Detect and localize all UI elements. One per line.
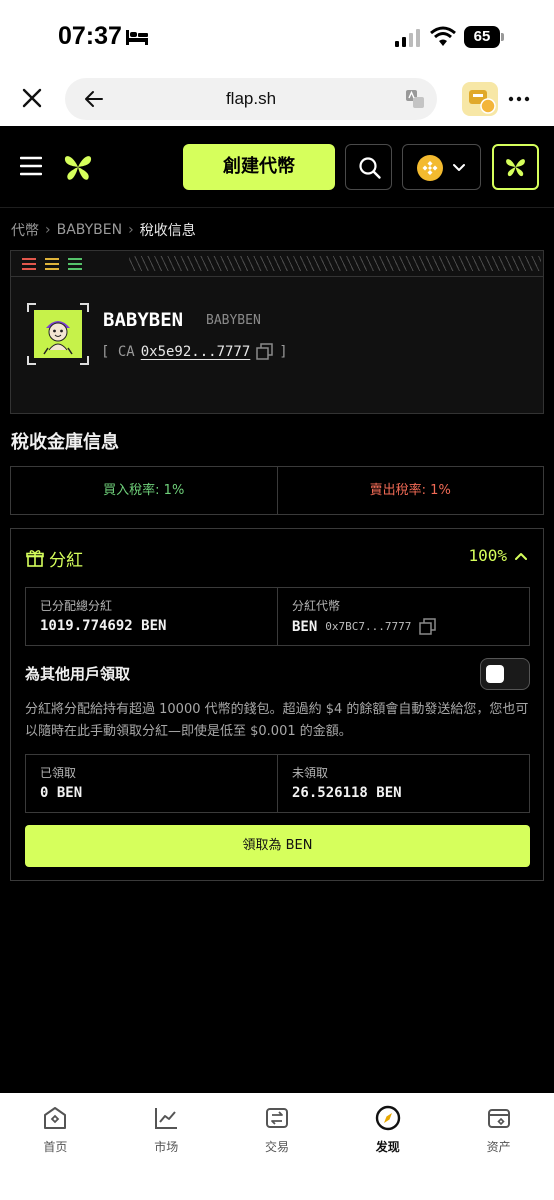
search-icon (359, 157, 381, 179)
breadcrumb-token[interactable]: BABYBEN (57, 222, 123, 238)
claimed-cell: 已領取 0 BEN (26, 755, 277, 812)
url-text: flap.sh (225, 89, 277, 108)
claim-status-grid: 已領取 0 BEN 未領取 26.526118 BEN (25, 754, 530, 813)
dividend-collapse-toggle[interactable]: 100% (468, 546, 527, 565)
gift-icon (26, 550, 44, 567)
breadcrumb-separator-icon: › (45, 222, 51, 238)
unclaimed-value: 26.526118 BEN (292, 785, 402, 801)
nav-assets[interactable]: 资产 (443, 1093, 554, 1200)
claim-button[interactable]: 領取為 BEN (25, 825, 530, 867)
status-time: 07:37 (58, 22, 122, 50)
nav-assets-label: 资产 (486, 1140, 511, 1154)
contract-address-row: [ CA 0x5e92...7777 ] (101, 343, 288, 360)
sleep-bed-icon (126, 30, 148, 45)
create-token-button[interactable]: 創建代幣 (183, 144, 335, 190)
unclaimed-cell: 未領取 26.526118 BEN (277, 755, 529, 812)
address-bar[interactable]: flap.sh (65, 78, 437, 120)
chevron-up-icon (515, 552, 527, 560)
tax-vault-title: 稅收金庫信息 (11, 432, 119, 453)
wallet-connect-button[interactable] (492, 144, 539, 190)
ca-prefix: [ CA (101, 343, 135, 360)
dividend-token-value: BEN 0x7BC7...7777 (292, 618, 437, 635)
breadcrumb-tokens[interactable]: 代幣 (11, 220, 39, 240)
wallet-icon (487, 1109, 510, 1128)
dividend-title: 分紅 (49, 551, 83, 571)
green-lines-icon (68, 258, 82, 270)
dividend-percent: 100% (468, 546, 507, 565)
copy-icon[interactable] (256, 343, 274, 360)
app-header: 創建代幣 (0, 126, 554, 208)
nav-home[interactable]: 首页 (0, 1093, 111, 1200)
home-icon (44, 1107, 67, 1129)
dividend-token-label: 分紅代幣 (292, 599, 341, 613)
unclaimed-label: 未領取 (292, 766, 329, 780)
nav-market[interactable]: 市场 (111, 1093, 222, 1200)
token-symbol: BABYBEN (206, 313, 261, 328)
search-button[interactable] (345, 144, 392, 190)
distributed-total-cell: 已分配總分紅 1019.774692 BEN (26, 588, 277, 645)
close-icon[interactable] (20, 86, 44, 110)
wifi-icon (430, 26, 456, 46)
battery-level: 65 (464, 26, 500, 48)
more-options-icon[interactable] (508, 88, 530, 110)
dividend-token-cell: 分紅代幣 BEN 0x7BC7...7777 (277, 588, 529, 645)
bottom-nav: 首页 市场 交易 发现 资产 (0, 1093, 554, 1200)
mini-app-icon[interactable] (462, 82, 498, 116)
flap-logo-icon[interactable] (62, 152, 94, 182)
claim-for-others-toggle[interactable] (480, 658, 530, 690)
status-bar: 07:37 65 (0, 0, 554, 72)
translate-icon[interactable] (405, 89, 425, 109)
market-chart-icon (155, 1108, 178, 1129)
chevron-down-icon (453, 164, 465, 171)
copy-icon[interactable] (419, 618, 437, 635)
token-name: BABYBEN (103, 309, 184, 331)
tax-rates: 買入稅率: 1% 賣出稅率: 1% (10, 466, 544, 515)
hamburger-menu-icon[interactable] (20, 156, 42, 176)
card-title-bar (11, 251, 543, 277)
browser-bar: flap.sh (0, 72, 554, 126)
token-card: BABYBEN BABYBEN [ CA 0x5e92...7777 ] (10, 250, 544, 414)
claimed-label: 已領取 (40, 766, 77, 780)
battery-cap (501, 33, 504, 41)
breadcrumb-current: 稅收信息 (139, 223, 196, 239)
nav-home-label: 首页 (43, 1140, 68, 1154)
dividend-panel: 分紅 100% 已分配總分紅 1019.774692 BEN 分紅代幣 BEN … (10, 528, 544, 881)
hatch-pattern (129, 256, 541, 271)
discover-compass-icon (375, 1105, 400, 1131)
yellow-lines-icon (45, 258, 59, 270)
contract-address-link[interactable]: 0x5e92...7777 (141, 344, 251, 360)
distributed-total-value: 1019.774692 BEN (40, 618, 167, 634)
distributed-total-label: 已分配總分紅 (40, 599, 113, 613)
breadcrumb-separator-icon: › (128, 222, 134, 238)
nav-trade[interactable]: 交易 (222, 1093, 333, 1200)
red-lines-icon (22, 258, 36, 270)
nav-trade-label: 交易 (264, 1140, 289, 1154)
nav-discover-label: 发现 (375, 1140, 400, 1154)
claim-for-others-label: 為其他用戶領取 (25, 665, 131, 683)
dividend-description: 分紅將分配給持有超過 10000 代幣的錢包。超過約 $4 的餘額會自動發送給您… (25, 702, 529, 739)
chain-selector[interactable] (402, 144, 481, 190)
nav-market-label: 市场 (154, 1140, 179, 1154)
swap-icon (265, 1108, 288, 1128)
cellular-signal-icon (395, 29, 420, 47)
nav-discover[interactable]: 发现 (332, 1093, 443, 1200)
flap-logo-icon (506, 159, 525, 177)
battery-indicator: 65 (464, 26, 504, 48)
breadcrumb: 代幣 › BABYBEN › 稅收信息 (11, 220, 196, 240)
toggle-knob (486, 665, 504, 683)
buy-tax-rate: 買入稅率: 1% (11, 467, 278, 514)
token-avatar (27, 303, 89, 365)
sell-tax-rate: 賣出稅率: 1% (369, 483, 451, 498)
claimed-value: 0 BEN (40, 785, 83, 801)
dividend-token-address[interactable]: 0x7BC7...7777 (325, 620, 411, 633)
bnb-chain-icon (417, 155, 443, 181)
token-avatar-image (34, 310, 82, 358)
dividend-token-symbol: BEN (292, 618, 318, 635)
dividend-info-grid: 已分配總分紅 1019.774692 BEN 分紅代幣 BEN 0x7BC7..… (25, 587, 530, 646)
ca-suffix: ] (279, 343, 288, 360)
